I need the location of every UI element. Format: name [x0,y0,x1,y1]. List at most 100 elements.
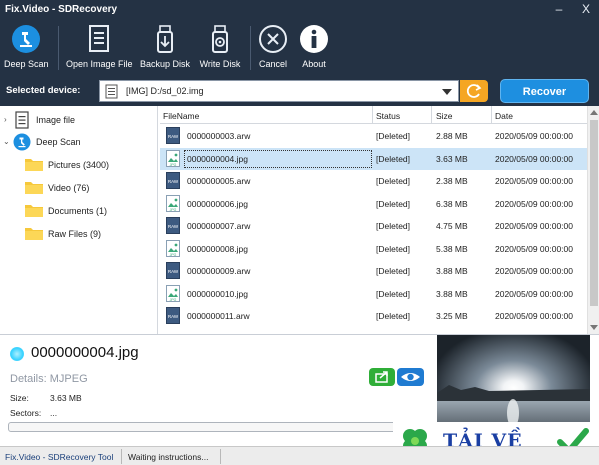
cell-status: [Deleted] [376,131,411,141]
tree-node-label: Raw Files (9) [48,229,102,239]
cell-size: 3.88 MB [436,266,468,276]
raw-file-icon-text: RAW [168,314,179,319]
vertical-scrollbar[interactable] [587,106,599,334]
column-header-status[interactable]: Status [376,111,400,121]
open-image-file-button[interactable]: Open Image File [66,24,133,74]
toolbar-separator [58,26,59,70]
cell-status: [Deleted] [376,221,411,231]
cell-status: [Deleted] [376,198,411,209]
chevron-down-icon[interactable] [442,89,452,95]
tree-node-documents[interactable]: Documents (1) [24,201,154,221]
tool-label: Write Disk [199,59,241,69]
column-header-date[interactable]: Date [495,111,513,121]
column-header-filename[interactable]: FileName [163,111,199,121]
tree-node-label: Pictures (3400) [48,160,110,170]
table-row[interactable]: JPG 0000000006.jpg [Deleted] 6.38 MB 2020/05… [160,193,587,215]
cell-filename: 0000000011.arw [187,311,250,321]
jpg-file-icon: JPG [166,239,180,257]
tree-node-label: Video (76) [48,183,90,193]
cell-size: 6.38 MB [436,198,468,209]
cell-date: 2020/05/09 00:00:00 [495,176,573,186]
cell-date: 2020/05/09 00:00:00 [495,266,573,276]
scroll-up-arrow[interactable] [590,110,598,115]
file-status-dot-icon [10,347,24,361]
table-row[interactable]: JPG 0000000010.jpg [Deleted] 3.88 MB 2020/05… [160,283,587,305]
raw-file-icon-text: RAW [168,134,179,139]
device-select-value: [IMG] D:/sd_02.img [126,86,204,96]
toolbar-separator [250,26,251,70]
eye-icon [401,373,420,381]
tree-node-deep-scan[interactable]: ⌄ Deep Scan [0,132,158,152]
cell-size: 2.88 MB [436,131,468,141]
cancel-icon [259,25,287,53]
cell-date: 2020/05/09 00:00:00 [495,198,573,209]
cell-date: 2020/05/09 00:00:00 [495,131,573,141]
column-divider[interactable] [491,106,492,124]
title-bar: Fix.Video - SDRecovery – X [0,0,599,20]
cell-filename: 0000000006.jpg [187,198,248,209]
backup-disk-button[interactable]: Backup Disk [140,24,190,74]
minimize-button[interactable]: – [551,2,567,16]
tree-node-label: Documents (1) [48,206,108,216]
cell-size: 2.38 MB [436,176,468,186]
deep-scan-icon [12,25,40,53]
refresh-icon [466,84,482,98]
table-row[interactable]: JPG 0000000004.jpg [Deleted] 3.63 MB 2020/05… [160,147,587,170]
raw-file-icon-text: RAW [168,179,179,184]
scroll-down-arrow[interactable] [590,325,598,330]
raw-file-icon: RAW [166,127,180,144]
table-row[interactable]: RAW 0000000007.arw [Deleted] 4.75 MB 2020/05… [160,215,587,237]
write-disk-button[interactable]: Write Disk [197,24,243,74]
recover-button[interactable]: Recover [500,79,589,103]
column-divider[interactable] [431,106,432,124]
folder-tree: › Image file ⌄ Deep Scan Pictures (3400)… [0,106,158,334]
tree-node-pictures[interactable]: Pictures (3400) [24,155,154,175]
tool-label: Deep Scan [4,59,49,69]
close-button[interactable]: X [578,2,594,16]
table-row[interactable]: JPG 0000000008.jpg [Deleted] 5.38 MB 2020/05… [160,238,587,260]
scan-progress-bar [8,422,396,432]
scrollbar-thumb[interactable] [590,120,598,306]
window-title: Fix.Video - SDRecovery [5,4,118,15]
export-button[interactable] [369,368,395,386]
cancel-button[interactable]: Cancel [256,24,290,74]
column-header-size[interactable]: Size [436,111,453,121]
chevron-right-icon[interactable]: › [4,115,7,124]
table-row[interactable]: RAW 0000000003.arw [Deleted] 2.88 MB 2020/05… [160,125,587,147]
jpg-file-icon-text: JPG [170,253,177,257]
image-file-icon [105,84,118,99]
about-icon [300,25,328,53]
details-sectors-label: Sectors: [10,408,42,418]
device-bar: Selected device: [IMG] D:/sd_02.img Reco… [0,76,599,106]
status-divider [121,449,122,464]
status-bar: Fix.Video - SDRecovery Tool Waiting inst… [0,446,599,465]
cell-filename: 0000000004.jpg [187,153,248,164]
raw-file-icon-text: RAW [168,224,179,229]
table-row[interactable]: RAW 0000000005.arw [Deleted] 2.38 MB 2020/05… [160,170,587,192]
cell-date: 2020/05/09 00:00:00 [495,221,573,231]
device-select[interactable]: [IMG] D:/sd_02.img [99,80,459,102]
raw-file-icon: RAW [166,217,180,234]
deep-scan-button[interactable]: Deep Scan [4,24,49,74]
selected-device-label: Selected device: [6,85,81,96]
column-divider[interactable] [372,106,373,124]
status-divider [220,449,221,464]
table-row[interactable]: RAW 0000000009.arw [Deleted] 3.88 MB 2020/05… [160,260,587,282]
details-format: Details: MJPEG [10,373,88,385]
about-button[interactable]: About [297,24,331,74]
cell-date: 2020/05/09 00:00:00 [495,153,573,164]
cell-size: 3.25 MB [436,311,468,321]
preview-button[interactable] [397,368,424,386]
refresh-button[interactable] [460,80,488,102]
raw-file-icon: RAW [166,172,180,189]
chevron-down-icon[interactable]: ⌄ [3,137,10,146]
tree-node-image-file[interactable]: › Image file [0,110,158,130]
folder-icon [25,228,43,240]
cell-status: [Deleted] [376,153,411,164]
tree-node-video[interactable]: Video (76) [24,178,154,198]
tree-node-raw-files[interactable]: Raw Files (9) [24,224,154,244]
cell-status: [Deleted] [376,311,411,321]
tool-label: Backup Disk [140,59,191,69]
cell-filename: 0000000003.arw [187,131,251,141]
table-row[interactable]: RAW 0000000011.arw [Deleted] 3.25 MB 2020/05… [160,305,587,327]
